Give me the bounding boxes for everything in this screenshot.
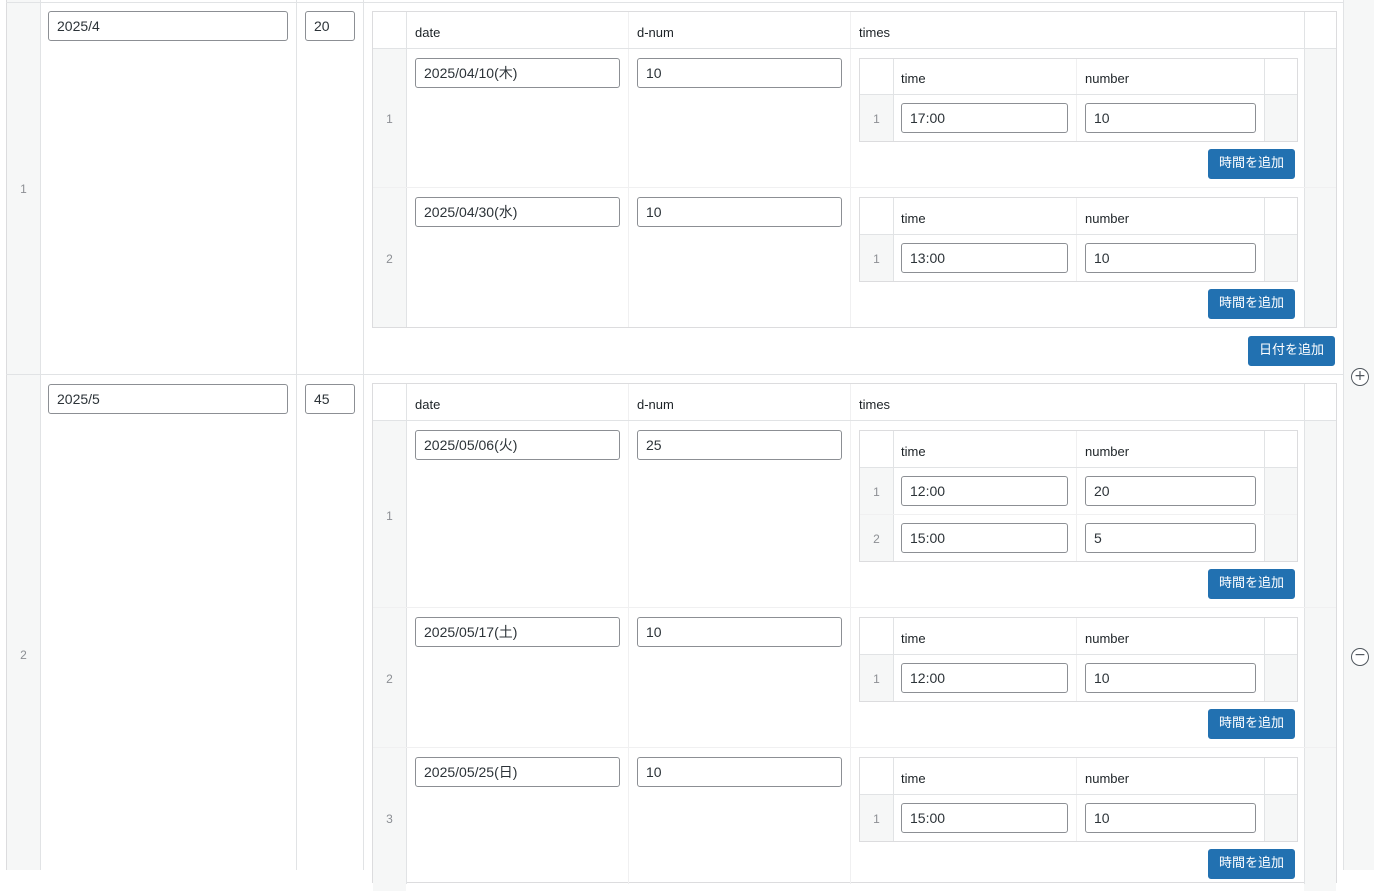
date-input[interactable] bbox=[415, 617, 620, 647]
number-input[interactable] bbox=[1085, 103, 1256, 133]
date-input[interactable] bbox=[415, 430, 620, 460]
header-time: time bbox=[901, 444, 926, 459]
add-time-button[interactable]: 時間を追加 bbox=[1208, 289, 1295, 319]
month-total-input[interactable] bbox=[305, 11, 355, 41]
add-date-button[interactable]: 日付を追加 bbox=[1248, 336, 1335, 366]
time-row-number: 1 bbox=[873, 252, 880, 266]
d-num-input[interactable] bbox=[637, 430, 842, 460]
header-date: date bbox=[415, 25, 441, 40]
time-input[interactable] bbox=[901, 243, 1068, 273]
add-row-plus-icon[interactable]: + bbox=[1351, 368, 1369, 386]
time-row-number: 1 bbox=[873, 672, 880, 686]
header-d-num: d-num bbox=[637, 25, 674, 40]
header-number: number bbox=[1085, 211, 1130, 226]
header-times: times bbox=[859, 25, 891, 40]
number-input[interactable] bbox=[1085, 523, 1256, 553]
header-time: time bbox=[901, 631, 926, 646]
header-number: number bbox=[1085, 444, 1130, 459]
times-table: time number 1 bbox=[859, 617, 1298, 702]
date-input[interactable] bbox=[415, 197, 620, 227]
times-table: time number 1 2 bbox=[859, 430, 1298, 562]
number-input[interactable] bbox=[1085, 243, 1256, 273]
d-num-input[interactable] bbox=[637, 197, 842, 227]
dates-table: date d-num times 1 time number 1 2 時間を追加… bbox=[372, 383, 1337, 891]
month-total-input[interactable] bbox=[305, 384, 355, 414]
add-time-button[interactable]: 時間を追加 bbox=[1208, 849, 1295, 879]
number-input[interactable] bbox=[1085, 663, 1256, 693]
time-input[interactable] bbox=[901, 523, 1068, 553]
date-row-number: 2 bbox=[386, 252, 393, 266]
add-time-button[interactable]: 時間を追加 bbox=[1208, 149, 1295, 179]
header-time: time bbox=[901, 211, 926, 226]
outer-row-handle-column bbox=[7, 0, 40, 870]
month-input[interactable] bbox=[48, 384, 288, 414]
date-row-number: 1 bbox=[386, 509, 393, 523]
remove-row-minus-icon[interactable]: − bbox=[1351, 648, 1369, 666]
time-row-number: 2 bbox=[873, 532, 880, 546]
number-input[interactable] bbox=[1085, 803, 1256, 833]
header-d-num: d-num bbox=[637, 397, 674, 412]
time-row-number: 1 bbox=[873, 485, 880, 499]
time-input[interactable] bbox=[901, 103, 1068, 133]
number-input[interactable] bbox=[1085, 476, 1256, 506]
header-number: number bbox=[1085, 631, 1130, 646]
time-row-number: 1 bbox=[873, 812, 880, 826]
header-time: time bbox=[901, 71, 926, 86]
header-time: time bbox=[901, 771, 926, 786]
time-row-number: 1 bbox=[873, 112, 880, 126]
month-input[interactable] bbox=[48, 11, 288, 41]
date-input[interactable] bbox=[415, 757, 620, 787]
time-input[interactable] bbox=[901, 803, 1068, 833]
outer-row-actions-column bbox=[1343, 0, 1374, 870]
add-time-button[interactable]: 時間を追加 bbox=[1208, 569, 1295, 599]
d-num-input[interactable] bbox=[637, 757, 842, 787]
month-row-number: 1 bbox=[20, 182, 27, 196]
dates-table: date d-num times 1 time number 1 時間を追加 2 bbox=[372, 11, 1337, 328]
date-input[interactable] bbox=[415, 58, 620, 88]
header-number: number bbox=[1085, 71, 1130, 86]
date-row-number: 2 bbox=[386, 672, 393, 686]
date-row-number: 3 bbox=[386, 812, 393, 826]
header-times: times bbox=[859, 397, 891, 412]
header-number: number bbox=[1085, 771, 1130, 786]
time-input[interactable] bbox=[901, 476, 1068, 506]
times-table: time number 1 bbox=[859, 197, 1298, 282]
month-row-number: 2 bbox=[20, 648, 27, 662]
date-row-number: 1 bbox=[386, 112, 393, 126]
times-table: time number 1 bbox=[859, 757, 1298, 842]
add-time-button[interactable]: 時間を追加 bbox=[1208, 709, 1295, 739]
times-table: time number 1 bbox=[859, 58, 1298, 142]
d-num-input[interactable] bbox=[637, 617, 842, 647]
header-date: date bbox=[415, 397, 441, 412]
time-input[interactable] bbox=[901, 663, 1068, 693]
d-num-input[interactable] bbox=[637, 58, 842, 88]
